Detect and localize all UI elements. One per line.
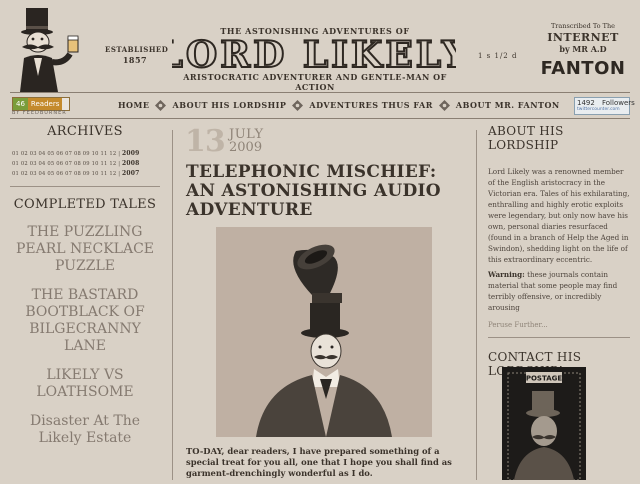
internet-label: INTERNET — [547, 31, 619, 44]
post-body: TO-DAY, dear readers, I have prepared so… — [186, 446, 452, 478]
peruse-further-link[interactable]: Peruse Further... — [488, 321, 630, 329]
followers-count: 1492 — [577, 99, 595, 107]
readers-label: Readers — [27, 98, 63, 110]
nav-home[interactable]: HOME — [118, 100, 149, 110]
author-name: FANTON — [540, 58, 626, 79]
header-price: 1 s 1/2 d — [478, 52, 518, 60]
right-column-divider — [476, 130, 477, 480]
about-warning: Warning: these journals contain material… — [488, 270, 618, 312]
twitter-followers-badge[interactable]: 1492 Followers twittercounter.com — [574, 97, 635, 115]
main-nav: HOME ABOUT HIS LORDSHIP ADVENTURES THUS … — [118, 98, 560, 112]
post-illustration — [216, 227, 432, 437]
archives-title: ARCHIVES — [47, 124, 123, 139]
post-title[interactable]: TELEPHONIC MISCHIEF: AN ASTONISHING AUDI… — [186, 163, 466, 220]
ornament-icon — [438, 99, 450, 111]
tale-link[interactable]: LIKELY VS LOATHSOME — [10, 367, 160, 401]
postage-stamp-image[interactable]: POSTAGE — [502, 367, 586, 481]
archive-row-2009[interactable]: 01 02 03 04 05 06 07 08 09 10 11 12 | 20… — [12, 149, 160, 159]
transcribed-label: Transcribed To The — [550, 22, 616, 30]
left-sidebar: ARCHIVES 01 02 03 04 05 06 07 08 09 10 1… — [10, 124, 160, 459]
followers-label: Followers — [602, 99, 635, 107]
ornament-icon — [292, 99, 304, 111]
established-text: ESTABLISHED — [105, 45, 169, 54]
readers-count: 46 — [13, 98, 28, 110]
site-logo[interactable]: LORD LIKELY — [157, 33, 469, 77]
header-subtitle: ARISTOCRATIC ADVENTURER AND GENTLE-MAN O… — [183, 72, 447, 92]
tale-link[interactable]: THE BASTARD BOOTBLACK OF BILGECRANNY LAN… — [10, 287, 160, 355]
completed-tales-title: COMPLETED TALES — [13, 197, 157, 212]
header-pre-title: THE ASTONISHING ADVENTURES OF — [220, 26, 410, 36]
left-column-divider — [172, 130, 173, 480]
nav-bottom-rule — [10, 118, 630, 119]
followers-source: twittercounter.com — [577, 107, 620, 112]
feedburner-readers-badge[interactable]: 46 Readers — [12, 97, 70, 111]
tale-link[interactable]: Disaster At The Likely Estate — [10, 413, 160, 447]
ornament-icon — [155, 99, 167, 111]
nav-top-rule — [10, 92, 630, 93]
archive-row-2008[interactable]: 01 02 03 04 05 06 07 08 09 10 11 12 | 20… — [12, 159, 160, 169]
logo-text: LORD LIKELY — [172, 36, 456, 74]
about-text: Lord Likely was a renowned member of the… — [488, 167, 630, 264]
post-date-day: 13 — [185, 124, 226, 159]
archive-row-2007[interactable]: 01 02 03 04 05 06 07 08 09 10 11 12 | 20… — [12, 169, 160, 179]
established-year: 1857 — [122, 55, 148, 65]
stamp-text: POSTAGE — [526, 375, 563, 383]
lord-likely-mascot — [8, 6, 96, 92]
nav-about-his-lordship[interactable]: ABOUT HIS LORDSHIP — [172, 100, 286, 110]
nav-adventures-thus-far[interactable]: ADVENTURES THUS FAR — [309, 100, 432, 110]
nav-about-mr-fanton[interactable]: ABOUT MR. FANTON — [456, 100, 560, 110]
by-label: by MR A.D — [559, 44, 607, 54]
about-title: ABOUT HIS LORDSHIP — [488, 124, 564, 152]
established-label: ESTABLISHED 1857 — [105, 44, 169, 66]
tale-link[interactable]: THE PUZZLING PEARL NECKLACE PUZZLE — [10, 224, 160, 275]
post-date-year: 2009 — [229, 140, 263, 155]
feedburner-label: BY FEEDBURNER — [12, 110, 67, 116]
right-sidebar: ABOUT HIS LORDSHIP Lord Likely was a ren… — [488, 124, 630, 378]
